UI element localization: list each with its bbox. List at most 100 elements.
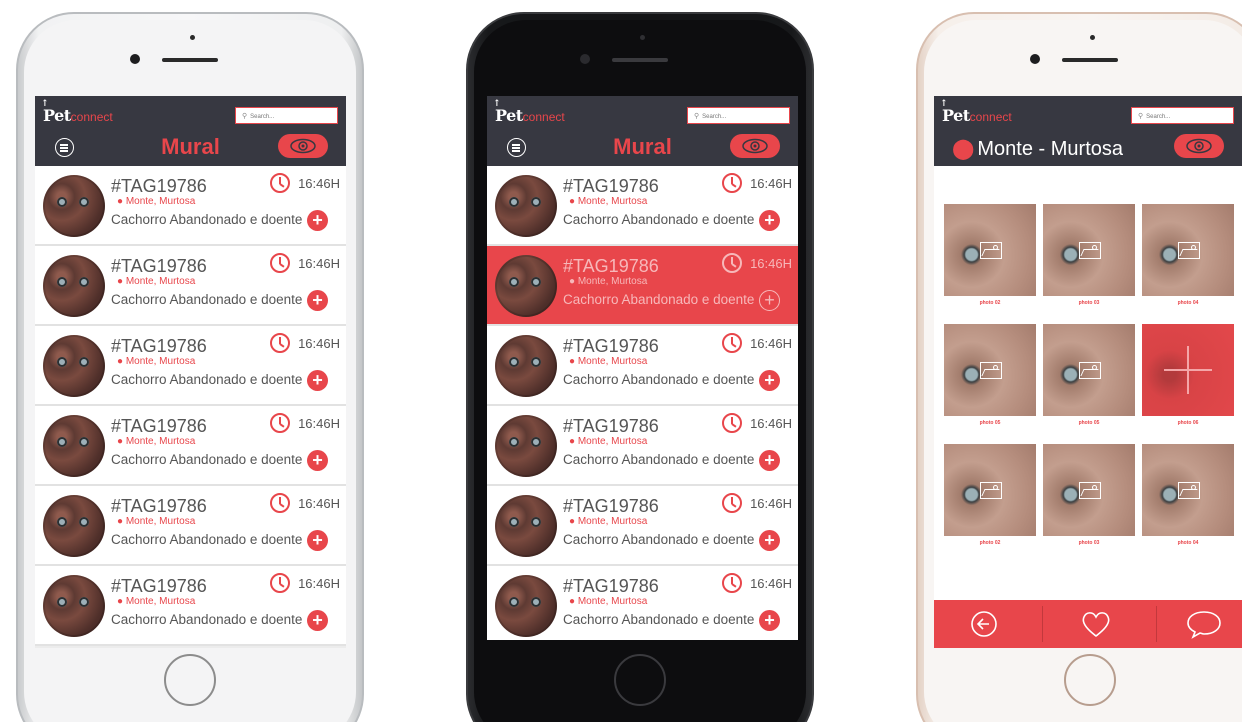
plus-button[interactable]: + bbox=[307, 530, 328, 551]
plus-button[interactable]: + bbox=[307, 290, 328, 311]
plus-button[interactable]: + bbox=[307, 610, 328, 631]
eye-button[interactable] bbox=[278, 134, 328, 158]
clock-icon bbox=[722, 493, 742, 513]
photo-tile[interactable] bbox=[944, 444, 1036, 536]
post-description: Cachorro Abandonado e doente bbox=[111, 452, 303, 467]
photo-tile[interactable] bbox=[1142, 444, 1234, 536]
post-row[interactable]: #TAG19786 ● Monte, Murtosa Cachorro Abando… bbox=[35, 246, 346, 326]
post-time: 16:46H bbox=[298, 336, 340, 351]
plus-icon bbox=[1164, 369, 1212, 371]
post-description: Cachorro Abandonado e doente bbox=[111, 532, 303, 547]
search-input[interactable]: ⚲ Search... bbox=[235, 107, 338, 124]
mural-screen-selected: ↑ Petconnect ⚲ Search... Mural #TAG19786 ● … bbox=[487, 96, 798, 640]
post-row[interactable]: #TAG19786 ● Monte, Murtosa Cachorro Abando… bbox=[487, 326, 798, 406]
post-time: 16:46H bbox=[750, 336, 792, 351]
home-button[interactable] bbox=[614, 654, 666, 706]
post-row[interactable]: #TAG19786 ● Monte, Murtosa Cachorro Abando… bbox=[487, 566, 798, 640]
location-pin-icon: ● bbox=[117, 276, 126, 287]
home-button[interactable] bbox=[164, 654, 216, 706]
search-input[interactable]: ⚲ Search... bbox=[1131, 107, 1234, 124]
post-row[interactable]: #TAG19786 ● Monte, Murtosa Cachorro Abando… bbox=[487, 486, 798, 566]
pet-avatar[interactable] bbox=[495, 175, 557, 237]
pet-avatar[interactable] bbox=[43, 335, 105, 397]
post-location: ● Monte, Murtosa bbox=[569, 596, 648, 607]
post-location: ● Monte, Murtosa bbox=[117, 196, 196, 207]
photo-tile[interactable] bbox=[944, 324, 1036, 416]
location-pin-icon: ● bbox=[569, 356, 578, 367]
photo-caption: photo 03 bbox=[1078, 540, 1100, 546]
post-tag: #TAG19786 bbox=[563, 256, 659, 276]
photo-tile[interactable] bbox=[1043, 324, 1135, 416]
photo-caption: photo 05 bbox=[979, 420, 1001, 426]
plus-button[interactable]: + bbox=[759, 210, 780, 231]
gallery-screen: ↑ Petconnect ⚲ Search... ⬤ Monte - Murtosa … bbox=[934, 96, 1242, 648]
post-row[interactable]: #TAG19786 ● Monte, Murtosa Cachorro Abando… bbox=[35, 326, 346, 406]
photo-tile[interactable] bbox=[1043, 204, 1135, 296]
post-description: Cachorro Abandonado e doente bbox=[563, 212, 755, 227]
post-tag: #TAG19786 bbox=[563, 576, 659, 596]
app-header: ↑ Petconnect ⚲ Search... Mural bbox=[35, 96, 346, 166]
post-description: Cachorro Abandonado e doente bbox=[111, 292, 303, 307]
front-camera bbox=[130, 54, 140, 64]
post-row[interactable]: #TAG19786 ● Monte, Murtosa Cachorro Abando… bbox=[35, 406, 346, 486]
earpiece bbox=[1062, 58, 1118, 62]
earpiece bbox=[162, 58, 218, 62]
clock-icon bbox=[270, 493, 290, 513]
clock-icon bbox=[270, 333, 290, 353]
photo-tile[interactable] bbox=[944, 204, 1036, 296]
proximity-sensor bbox=[1090, 35, 1095, 40]
plus-button[interactable]: + bbox=[759, 450, 780, 471]
plus-button[interactable]: + bbox=[759, 370, 780, 391]
back-arrow-icon[interactable] bbox=[970, 610, 998, 638]
post-location: ● Monte, Murtosa bbox=[117, 436, 196, 447]
pet-avatar[interactable] bbox=[495, 575, 557, 637]
pet-avatar[interactable] bbox=[43, 415, 105, 477]
post-row[interactable]: #TAG19786 ● Monte, Murtosa Cachorro Abando… bbox=[487, 406, 798, 486]
pet-avatar[interactable] bbox=[43, 495, 105, 557]
clock-icon bbox=[722, 173, 742, 193]
post-time: 16:46H bbox=[750, 576, 792, 591]
photo-caption: photo 03 bbox=[1078, 300, 1100, 306]
photo-tile[interactable] bbox=[1043, 444, 1135, 536]
pet-avatar[interactable] bbox=[43, 175, 105, 237]
pet-avatar[interactable] bbox=[495, 495, 557, 557]
comment-icon[interactable] bbox=[1186, 609, 1222, 639]
plus-button[interactable]: + bbox=[307, 210, 328, 231]
plus-button[interactable]: + bbox=[759, 530, 780, 551]
add-photo-tile[interactable] bbox=[1142, 324, 1234, 416]
eye-button[interactable] bbox=[1174, 134, 1224, 158]
eye-button[interactable] bbox=[730, 134, 780, 158]
post-location: ● Monte, Murtosa bbox=[569, 516, 648, 527]
post-time: 16:46H bbox=[298, 176, 340, 191]
post-list: #TAG19786 ● Monte, Murtosa Cachorro Abando… bbox=[487, 166, 798, 640]
photo-caption: photo 06 bbox=[1177, 420, 1199, 426]
post-row[interactable]: #TAG19786 ● Monte, Murtosa Cachorro Abando… bbox=[487, 246, 798, 326]
post-time: 16:46H bbox=[750, 496, 792, 511]
post-description: Cachorro Abandonado e doente bbox=[111, 612, 303, 627]
pet-avatar[interactable] bbox=[495, 255, 557, 317]
post-row[interactable]: #TAG19786 ● Monte, Murtosa Cachorro Abando… bbox=[35, 566, 346, 646]
clock-icon bbox=[270, 573, 290, 593]
plus-button[interactable]: + bbox=[307, 450, 328, 471]
pet-avatar[interactable] bbox=[43, 255, 105, 317]
clock-icon bbox=[722, 573, 742, 593]
search-input[interactable]: ⚲ Search... bbox=[687, 107, 790, 124]
location-pin-icon: ⬤ bbox=[952, 138, 975, 160]
post-row[interactable]: #TAG19786 ● Monte, Murtosa Cachorro Abando… bbox=[487, 166, 798, 246]
pet-avatar[interactable] bbox=[495, 415, 557, 477]
heart-icon[interactable] bbox=[1080, 609, 1112, 639]
home-button[interactable] bbox=[1064, 654, 1116, 706]
clock-icon bbox=[270, 173, 290, 193]
pet-avatar[interactable] bbox=[495, 335, 557, 397]
post-list: #TAG19786 ● Monte, Murtosa Cachorro Abando… bbox=[35, 166, 346, 646]
clock-icon bbox=[722, 253, 742, 273]
post-row[interactable]: #TAG19786 ● Monte, Murtosa Cachorro Abando… bbox=[35, 166, 346, 246]
plus-button[interactable]: + bbox=[759, 610, 780, 631]
plus-button[interactable]: + bbox=[759, 290, 780, 311]
photo-tile[interactable] bbox=[1142, 204, 1234, 296]
image-icon bbox=[980, 362, 1002, 379]
post-row[interactable]: #TAG19786 ● Monte, Murtosa Cachorro Abando… bbox=[35, 486, 346, 566]
pet-avatar[interactable] bbox=[43, 575, 105, 637]
plus-button[interactable]: + bbox=[307, 370, 328, 391]
image-icon bbox=[1079, 242, 1101, 259]
